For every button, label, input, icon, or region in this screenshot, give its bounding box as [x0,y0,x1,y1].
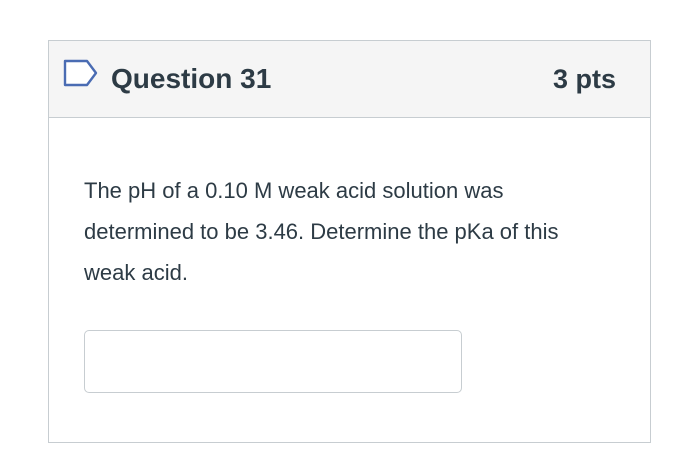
question-body: The pH of a 0.10 M weak acid solution wa… [49,118,650,393]
answer-input[interactable] [84,330,462,393]
question-title: Question 31 [111,63,272,94]
question-header: Question 31 3 pts [49,41,650,118]
question-text: The pH of a 0.10 M weak acid solution wa… [84,178,559,285]
question-points: 3 pts [552,64,616,94]
flag-question-icon[interactable] [63,59,99,87]
question-card: Question 31 3 pts The pH of a 0.10 M wea… [48,40,651,443]
